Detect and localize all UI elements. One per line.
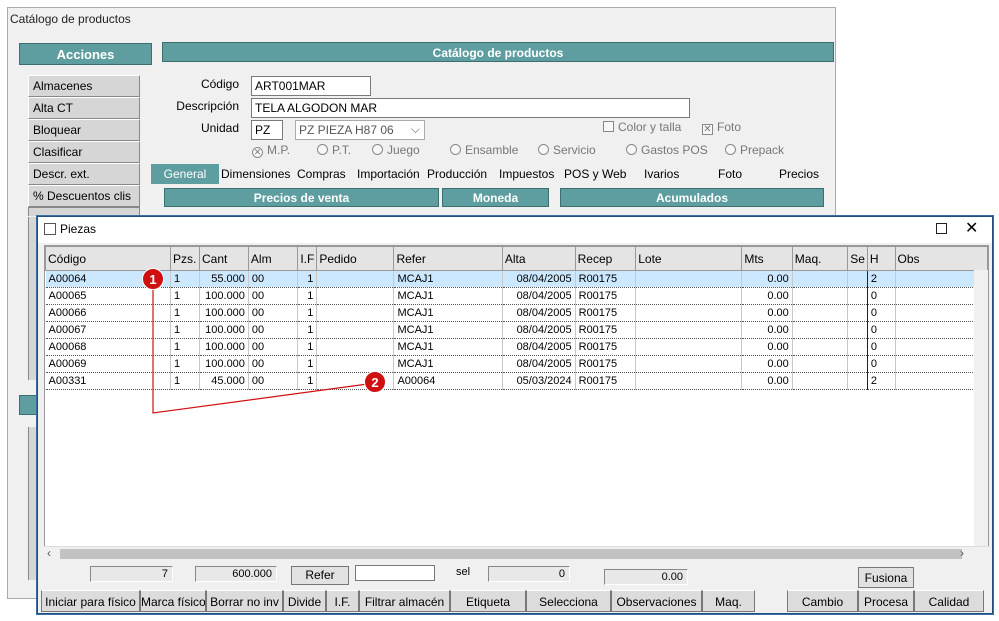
callout-2: 2 [364,371,386,393]
if-button[interactable]: I.F. [326,590,359,612]
procesa-button[interactable]: Procesa [858,590,914,612]
selecciona-button[interactable]: Selecciona [526,590,611,612]
maq-button[interactable]: Maq. [702,590,755,612]
observaciones-button[interactable]: Observaciones [611,590,702,612]
fusiona-button[interactable]: Fusiona [858,567,914,588]
calidad-button[interactable]: Calidad [914,590,984,612]
sel-count: 0 [488,566,570,582]
cambio-button[interactable]: Cambio [787,590,858,612]
filtrar-almacen-button[interactable]: Filtrar almacén [359,590,450,612]
total-mts: 0.00 [604,569,688,585]
marca-fisico-button[interactable]: Marca físico [140,590,206,612]
etiqueta-button[interactable]: Etiqueta [450,590,526,612]
borrar-no-inv-button[interactable]: Borrar no inv [206,590,283,612]
refer-button[interactable]: Refer [291,566,349,585]
callout-lines [152,280,376,414]
total-cant: 600.000 [195,566,277,582]
total-pzs: 7 [90,566,173,582]
callout-1: 1 [142,268,164,290]
iniciar-fisico-button[interactable]: Iniciar para físico [41,590,140,612]
divide-button[interactable]: Divide [283,590,326,612]
refer-input[interactable] [355,565,435,581]
sel-label: sel [456,566,471,578]
